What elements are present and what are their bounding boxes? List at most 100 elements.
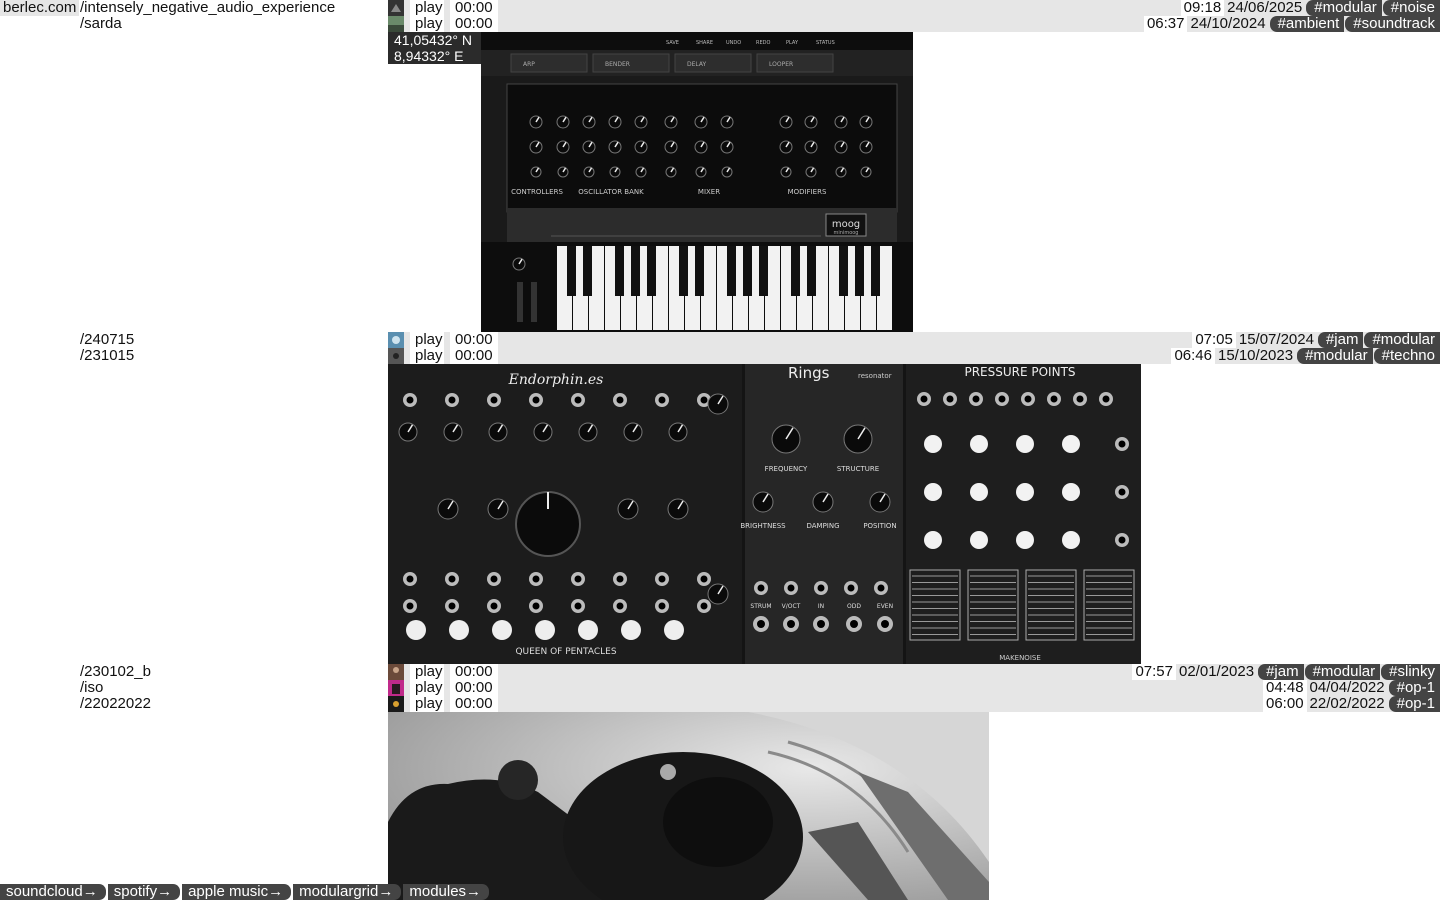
track-link[interactable]: /231015 <box>80 348 134 364</box>
rings-jack-label: ODD <box>847 603 861 610</box>
synth-section-label: MIXER <box>698 188 720 196</box>
knob <box>1062 435 1080 453</box>
track-link[interactable]: /intensely_negative_audio_experience <box>80 0 335 16</box>
track-row: play 00:00 07:05 15/07/2024 #jam #modular <box>388 332 1440 348</box>
knob <box>924 435 942 453</box>
trigger-pad <box>664 620 684 640</box>
track-thumbnail <box>388 332 404 348</box>
track-thumbnail <box>388 16 404 32</box>
playback-position: 00:00 <box>450 680 498 696</box>
knob <box>1016 483 1034 501</box>
track-date: 22/02/2022 <box>1306 696 1388 712</box>
rings-knob-label: FREQUENCY <box>765 465 808 473</box>
playback-position: 00:00 <box>450 696 498 712</box>
tag-chip[interactable]: #modular <box>1364 332 1440 348</box>
synth-section-label: OSCILLATOR BANK <box>578 188 644 196</box>
touch-plate <box>1025 569 1077 641</box>
track-date: 24/06/2025 <box>1224 0 1306 16</box>
modulargrid-link[interactable]: modulargrid→ <box>293 884 402 900</box>
svg-text:MAKENOISE: MAKENOISE <box>999 654 1041 662</box>
trigger-pad <box>492 620 512 640</box>
track-row: play 00:00 09:18 24/06/2025 #modular #noise <box>388 0 1440 16</box>
tag-chip[interactable]: #jam <box>1317 332 1364 348</box>
site-home-link[interactable]: berlec.com <box>0 0 80 16</box>
tag-chip[interactable]: #jam <box>1258 664 1304 680</box>
tag-chip[interactable]: #slinky <box>1381 664 1440 680</box>
mod-wheel <box>531 282 537 322</box>
track-date: 02/01/2023 <box>1176 664 1258 680</box>
tag-list: #ambient #soundtrack <box>1269 16 1440 32</box>
track-duration: 04:48 <box>1263 680 1307 696</box>
track-row: play 00:00 07:57 02/01/2023 #jam #modular #s… <box>388 664 1440 680</box>
tag-chip[interactable]: #modular <box>1297 348 1373 364</box>
tag-chip[interactable]: #modular <box>1304 664 1381 680</box>
spotify-link[interactable]: spotify→ <box>107 884 181 900</box>
tag-chip[interactable]: #soundtrack <box>1345 16 1440 32</box>
tag-chip[interactable]: #noise <box>1382 0 1440 16</box>
modules-link[interactable]: modules→ <box>403 884 490 900</box>
synth-section-label: CONTROLLERS <box>511 188 563 196</box>
knob <box>1016 531 1034 549</box>
knob <box>1062 531 1080 549</box>
track-duration: 06:00 <box>1263 696 1307 712</box>
track-date: 04/04/2022 <box>1306 680 1388 696</box>
synth-fx-label: LOOPER <box>769 61 793 68</box>
eurorack-illustration: Endorphin.es QUEEN OF PENTACLES Rings re… <box>388 364 1141 664</box>
trigger-pad <box>449 620 469 640</box>
play-button[interactable]: play <box>410 664 444 680</box>
track-thumbnail <box>388 664 404 680</box>
track-duration: 09:18 <box>1180 0 1225 16</box>
soundcloud-link[interactable]: soundcloud→ <box>0 884 106 900</box>
tag-chip[interactable]: #ambient <box>1269 16 1345 32</box>
track-date: 24/10/2024 <box>1187 16 1269 32</box>
touch-plate <box>1083 569 1135 641</box>
track-link[interactable]: /230102_b <box>80 664 151 680</box>
track-link[interactable]: /22022022 <box>80 696 151 712</box>
playback-position: 00:00 <box>450 332 498 348</box>
playback-position: 00:00 <box>450 664 498 680</box>
play-button[interactable]: play <box>410 680 444 696</box>
rings-knob-label: STRUCTURE <box>837 465 879 473</box>
rings-jack-label: IN <box>818 603 824 610</box>
tag-list: #jam #modular #slinky <box>1257 664 1440 680</box>
rings-knob-label: POSITION <box>863 522 896 530</box>
rings-knob-label: DAMPING <box>806 522 839 530</box>
trigger-pad <box>578 620 598 640</box>
play-button[interactable]: play <box>410 0 444 16</box>
synth-image: SAVE SHARE UNDO REDO PLAY STATUS ARP BENDER DEL… <box>481 32 913 332</box>
svg-text:QUEEN OF PENTACLES: QUEEN OF PENTACLES <box>515 647 616 657</box>
tag-chip[interactable]: #techno <box>1373 348 1440 364</box>
apple-music-link[interactable]: apple music→ <box>182 884 292 900</box>
svg-text:PRESSURE POINTS: PRESSURE POINTS <box>964 365 1075 379</box>
rings-jack-label: STRUM <box>750 603 771 610</box>
knob <box>1016 435 1034 453</box>
tag-chip[interactable]: #modular <box>1306 0 1382 16</box>
track-link[interactable]: /iso <box>80 680 103 696</box>
synth-toolbar-label: STATUS <box>816 40 835 46</box>
play-button[interactable]: play <box>410 348 444 364</box>
modules-image: Endorphin.es QUEEN OF PENTACLES Rings re… <box>388 364 1141 664</box>
play-button[interactable]: play <box>410 332 444 348</box>
trigger-pad <box>621 620 641 640</box>
svg-text:Rings: Rings <box>788 364 830 382</box>
play-button[interactable]: play <box>410 696 444 712</box>
track-row: play 00:00 06:00 22/02/2022 #op-1 <box>388 696 1440 712</box>
tag-chip[interactable]: #op-1 <box>1388 680 1440 696</box>
knob <box>924 531 942 549</box>
rings-knob-label: BRIGHTNESS <box>740 522 786 530</box>
photo-illustration <box>388 712 989 900</box>
synth-toolbar-label: REDO <box>756 40 770 46</box>
knob <box>970 435 988 453</box>
synth-toolbar-label: SAVE <box>666 40 679 46</box>
tag-chip[interactable]: #op-1 <box>1388 696 1440 712</box>
track-link[interactable]: /sarda <box>80 16 122 32</box>
playback-position: 00:00 <box>450 0 498 16</box>
synth-toolbar-label: SHARE <box>696 40 713 46</box>
external-links: soundcloud→ spotify→ apple music→ modula… <box>0 884 491 900</box>
synth-toolbar-label: PLAY <box>786 40 799 46</box>
touch-plate <box>967 569 1019 641</box>
synth-fx-label: ARP <box>523 61 535 68</box>
track-link[interactable]: /240715 <box>80 332 134 348</box>
play-button[interactable]: play <box>410 16 444 32</box>
minimoog-illustration: SAVE SHARE UNDO REDO PLAY STATUS ARP BENDER DEL… <box>481 32 913 332</box>
